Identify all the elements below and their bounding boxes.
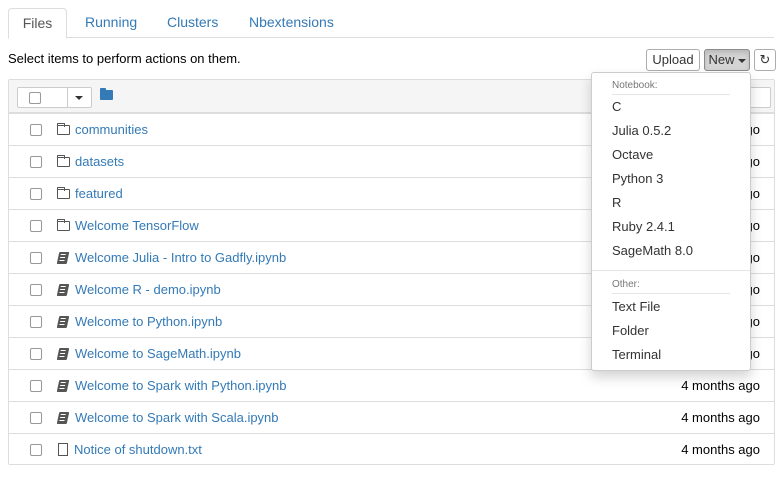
menu-item-kernel-octave[interactable]: Octave bbox=[612, 147, 653, 162]
select-all-dropdown[interactable] bbox=[17, 87, 92, 108]
menu-item-folder[interactable]: Folder bbox=[612, 323, 649, 338]
last-modified: 4 months ago bbox=[681, 378, 760, 393]
row-checkbox[interactable] bbox=[30, 156, 42, 168]
tab-running[interactable]: Running bbox=[70, 8, 152, 39]
item-name-link[interactable]: Welcome Julia - Intro to Gadfly.ipynb bbox=[75, 242, 286, 274]
select-all-checkbox[interactable] bbox=[29, 92, 41, 104]
tab-bar: Files Running Clusters Nbextensions bbox=[8, 8, 774, 39]
new-button[interactable]: New bbox=[704, 49, 750, 71]
notebook-icon bbox=[56, 316, 70, 328]
notebook-icon bbox=[56, 348, 70, 360]
row-checkbox[interactable] bbox=[30, 412, 42, 424]
last-modified: 4 months ago bbox=[681, 410, 760, 425]
row-checkbox[interactable] bbox=[30, 252, 42, 264]
table-row[interactable]: Welcome to Spark with Scala.ipynb 4 month… bbox=[9, 401, 774, 433]
refresh-icon: ↻ bbox=[759, 52, 771, 67]
file-icon bbox=[58, 443, 68, 456]
notebook-section-header: Notebook: bbox=[612, 80, 658, 91]
notebook-icon bbox=[56, 380, 70, 392]
menu-item-kernel-julia[interactable]: Julia 0.5.2 bbox=[612, 123, 671, 138]
row-checkbox[interactable] bbox=[30, 220, 42, 232]
item-name-link[interactable]: featured bbox=[75, 178, 123, 210]
tab-clusters[interactable]: Clusters bbox=[152, 8, 233, 39]
item-name-link[interactable]: Notice of shutdown.txt bbox=[74, 434, 202, 466]
selection-instructions: Select items to perform actions on them. bbox=[8, 51, 241, 66]
row-checkbox[interactable] bbox=[30, 380, 42, 392]
divider bbox=[67, 88, 68, 107]
menu-item-kernel-ruby[interactable]: Ruby 2.4.1 bbox=[612, 219, 675, 234]
row-checkbox[interactable] bbox=[30, 284, 42, 296]
menu-item-kernel-r[interactable]: R bbox=[612, 195, 621, 210]
row-checkbox[interactable] bbox=[30, 124, 42, 136]
section-rule bbox=[612, 293, 730, 294]
tab-files[interactable]: Files bbox=[8, 8, 67, 39]
menu-item-kernel-python3[interactable]: Python 3 bbox=[612, 171, 663, 186]
folder-icon[interactable] bbox=[100, 88, 113, 100]
folder-icon bbox=[57, 187, 70, 199]
folder-icon bbox=[57, 123, 70, 135]
new-button-label: New bbox=[708, 52, 735, 67]
item-name-link[interactable]: Welcome to Python.ipynb bbox=[75, 306, 222, 338]
row-checkbox[interactable] bbox=[30, 316, 42, 328]
item-name-link[interactable]: Welcome R - demo.ipynb bbox=[75, 274, 221, 306]
new-dropdown-menu: Notebook: C Julia 0.5.2 Octave Python 3 … bbox=[591, 72, 751, 371]
item-name-link[interactable]: Welcome to Spark with Scala.ipynb bbox=[75, 402, 279, 434]
item-name-link[interactable]: Welcome to Spark with Python.ipynb bbox=[75, 370, 286, 402]
menu-item-text-file[interactable]: Text File bbox=[612, 299, 660, 314]
notebook-icon bbox=[56, 284, 70, 296]
row-checkbox[interactable] bbox=[30, 188, 42, 200]
last-modified: 4 months ago bbox=[681, 442, 760, 457]
notebook-icon bbox=[56, 412, 70, 424]
item-name-link[interactable]: datasets bbox=[75, 146, 124, 178]
row-checkbox[interactable] bbox=[30, 348, 42, 360]
section-rule bbox=[612, 94, 730, 95]
refresh-button[interactable]: ↻ bbox=[754, 49, 776, 71]
row-checkbox[interactable] bbox=[30, 444, 42, 456]
item-name-link[interactable]: Welcome to SageMath.ipynb bbox=[75, 338, 241, 370]
notebook-icon bbox=[56, 252, 70, 264]
upload-button[interactable]: Upload bbox=[646, 49, 700, 71]
folder-icon bbox=[57, 155, 70, 167]
table-row[interactable]: Notice of shutdown.txt 4 months ago bbox=[9, 433, 774, 465]
menu-item-kernel-sagemath[interactable]: SageMath 8.0 bbox=[612, 243, 693, 258]
item-name-link[interactable]: communities bbox=[75, 114, 148, 146]
caret-down-icon[interactable] bbox=[75, 96, 83, 100]
menu-item-kernel-c[interactable]: C bbox=[612, 99, 621, 114]
folder-icon bbox=[57, 219, 70, 231]
tab-nbextensions[interactable]: Nbextensions bbox=[234, 8, 349, 39]
menu-divider bbox=[592, 270, 750, 271]
caret-down-icon bbox=[737, 58, 746, 63]
menu-item-terminal[interactable]: Terminal bbox=[612, 347, 661, 362]
other-section-header: Other: bbox=[612, 279, 640, 290]
table-row[interactable]: Welcome to Spark with Python.ipynb 4 mont… bbox=[9, 369, 774, 401]
item-name-link[interactable]: Welcome TensorFlow bbox=[75, 210, 199, 242]
